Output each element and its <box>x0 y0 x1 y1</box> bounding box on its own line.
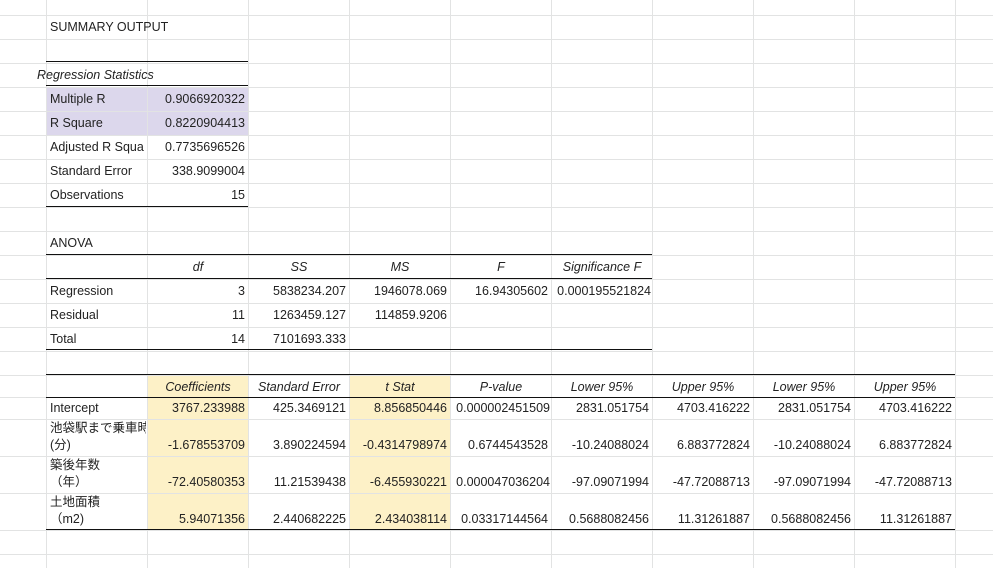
coeff-cell: 4703.416222 <box>879 401 952 415</box>
coeff-cell: 11.21539438 <box>273 475 346 489</box>
coeff-cell: 2.434038114 <box>374 512 447 526</box>
coeff-cell: 6.883772824 <box>879 438 952 452</box>
anova-header-significance-f: Significance F <box>562 260 642 274</box>
coeff-cell: 6.883772824 <box>677 438 750 452</box>
coeff-header-p-value: P-value <box>479 380 523 394</box>
stat-value-standard-error: 338.9099004 <box>172 164 245 178</box>
coeff-cell: -6.455930221 <box>369 475 447 489</box>
anova-total-ss: 7101693.333 <box>273 332 346 346</box>
anova-header-ss: SS <box>290 260 308 274</box>
rule-anova-top <box>46 254 652 255</box>
coeff-cell: 3767.233988 <box>172 401 245 415</box>
coeff-cell: -47.72088713 <box>672 475 750 489</box>
coeff-header-upper-95-2: Upper 95% <box>873 380 937 394</box>
rule-coeff-header <box>46 397 955 398</box>
coeff-cell: -1.678553709 <box>167 438 245 452</box>
coeff-cell: 2.440682225 <box>273 512 346 526</box>
rule-regression-stats-top <box>46 61 248 62</box>
anova-regression-ss: 5838234.207 <box>273 284 346 298</box>
anova-regression-significance-f: 0.000195521824 <box>557 284 651 298</box>
anova-residual-ms: 114859.9206 <box>374 308 447 322</box>
anova-title: ANOVA <box>50 236 93 250</box>
coeff-cell: 11.31261887 <box>677 512 750 526</box>
anova-regression-df: 3 <box>238 284 245 298</box>
coeff-row-label: 池袋駅まで乗車時 <box>50 421 146 435</box>
coeff-row-label: 土地面積 <box>50 495 101 509</box>
coeff-cell: -72.40580353 <box>167 475 245 489</box>
coeff-cell: -0.4314798974 <box>362 438 447 452</box>
rule-regression-stats-header <box>46 85 248 86</box>
anova-header-df: df <box>192 260 204 274</box>
coeff-header-upper-95: Upper 95% <box>671 380 735 394</box>
regression-statistics-title: Regression Statistics <box>37 68 154 82</box>
coeff-cell: 5.94071356 <box>178 512 245 526</box>
coeff-cell: -47.72088713 <box>874 475 952 489</box>
anova-label-regression: Regression <box>50 284 114 298</box>
coeff-cell: 4703.416222 <box>677 401 750 415</box>
coeff-cell: 0.000047036204 <box>456 475 550 489</box>
coeff-cell: -10.24088024 <box>571 438 649 452</box>
coeff-row-label: Intercept <box>50 401 99 415</box>
coeff-row-label-unit: (分) <box>50 438 71 452</box>
coeff-cell: 3.890224594 <box>273 438 346 452</box>
stat-label-standard-error: Standard Error <box>50 164 132 178</box>
coeff-cell: -97.09071994 <box>773 475 851 489</box>
stat-label-multiple-r: Multiple R <box>50 92 106 106</box>
rule-coeff-bottom <box>46 529 955 530</box>
stat-label-r-square: R Square <box>50 116 103 130</box>
summary-title: SUMMARY OUTPUT <box>50 20 169 34</box>
coeff-cell: 0.6744543528 <box>468 438 548 452</box>
coeff-cell: -10.24088024 <box>773 438 851 452</box>
coeff-cell: 0.000002451509 <box>456 401 550 415</box>
stat-label-observations: Observations <box>50 188 124 202</box>
rule-coeff-top <box>46 374 955 375</box>
anova-regression-ms: 1946078.069 <box>374 284 447 298</box>
coeff-header-lower-95-2: Lower 95% <box>772 380 836 394</box>
spreadsheet-grid[interactable]: SUMMARY OUTPUT Regression Statistics Mul… <box>0 0 993 568</box>
coeff-cell: 0.5688082456 <box>771 512 851 526</box>
anova-label-total: Total <box>50 332 77 346</box>
stat-value-adjusted-r-square: 0.7735696526 <box>165 140 245 154</box>
anova-residual-df: 11 <box>232 308 245 322</box>
stat-value-multiple-r: 0.9066920322 <box>165 92 245 106</box>
coeff-header-coefficients: Coefficients <box>165 380 231 394</box>
rule-anova-header <box>46 278 652 279</box>
coeff-header-standard-error: Standard Error <box>258 380 340 394</box>
coeff-cell: -97.09071994 <box>571 475 649 489</box>
coeff-cell: 2831.051754 <box>576 401 649 415</box>
coeff-row-label: 築後年数 <box>50 458 101 472</box>
coeff-cell: 2831.051754 <box>778 401 851 415</box>
anova-label-residual: Residual <box>50 308 99 322</box>
coeff-cell: 11.31261887 <box>879 512 952 526</box>
rule-regression-stats-bottom <box>46 206 248 207</box>
rule-anova-bottom <box>46 349 652 350</box>
coeff-cell: 425.3469121 <box>273 401 346 415</box>
coeff-row-label-unit: （年） <box>50 475 88 489</box>
coeff-cell: 0.03317144564 <box>461 512 548 526</box>
anova-total-df: 14 <box>231 332 245 346</box>
anova-header-f: F <box>497 260 505 274</box>
anova-regression-f: 16.94305602 <box>475 284 548 298</box>
coeff-header-t-stat: t Stat <box>385 380 415 394</box>
anova-header-ms: MS <box>390 260 410 274</box>
stat-value-observations: 15 <box>231 188 245 202</box>
stat-value-r-square: 0.8220904413 <box>165 116 245 130</box>
coeff-row-label-unit: （m2) <box>50 512 85 526</box>
anova-residual-ss: 1263459.127 <box>273 308 346 322</box>
stat-label-adjusted-r-square: Adjusted R Squa <box>50 140 144 154</box>
coeff-cell: 0.5688082456 <box>569 512 649 526</box>
coeff-cell: 8.856850446 <box>374 401 447 415</box>
coeff-header-lower-95: Lower 95% <box>570 380 634 394</box>
